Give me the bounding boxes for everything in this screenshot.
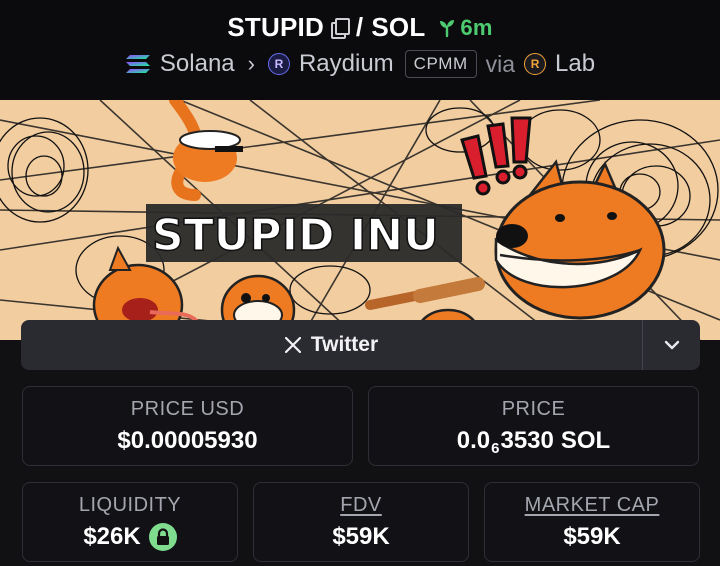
price-native-card: PRICE 0.0 6 3530 SOL — [368, 386, 699, 466]
pair-title: STUPID / SOL 6m — [0, 12, 720, 43]
price-zero-count: 6 — [491, 440, 500, 457]
price-usd-card: PRICE USD $0.00005930 — [22, 386, 353, 466]
price-usd-label: PRICE USD — [130, 397, 245, 420]
fdv-card[interactable]: FDV $59K — [253, 482, 469, 562]
sprout-icon — [440, 19, 455, 37]
market-cap-card[interactable]: MARKET CAP $59K — [484, 482, 700, 562]
price-usd-value: $0.00005930 — [117, 426, 258, 454]
launchpad-name[interactable]: Lab — [555, 50, 595, 78]
lab-logo: R — [524, 53, 547, 75]
banner-logo-text: STUPID INU — [152, 210, 439, 261]
liquidity-label: LIQUIDITY — [78, 493, 182, 516]
price-digits: 3530 — [500, 426, 554, 454]
chevron-right-icon: › — [247, 51, 255, 76]
liquidity-value-row: $26K — [83, 522, 177, 551]
raydium-logo: R — [267, 53, 290, 75]
price-native-value: 0.0 6 3530 SOL — [456, 426, 611, 458]
market-cap-value: $59K — [563, 522, 621, 550]
pair-separator: / — [355, 12, 364, 42]
price-unit: SOL — [560, 426, 611, 454]
pair-header: STUPID / SOL 6m Solana › R Raydium CPMM … — [0, 0, 720, 100]
lock-icon — [156, 527, 169, 545]
price-prefix: 0.0 — [456, 426, 491, 454]
token-banner-image: STUPID INU — [0, 100, 720, 340]
liquidity-lock-icon[interactable] — [148, 522, 177, 551]
fdv-label[interactable]: FDV — [340, 494, 382, 517]
copy-icon[interactable] — [330, 17, 350, 39]
fdv-value: $59K — [332, 522, 390, 550]
liquidity-card: LIQUIDITY $26K — [22, 482, 238, 562]
chevron-down-icon — [664, 340, 679, 350]
dex-name[interactable]: Raydium — [299, 50, 394, 78]
market-cap-label[interactable]: MARKET CAP — [525, 494, 660, 517]
base-token-symbol: STUPID — [227, 12, 324, 42]
liquidity-value: $26K — [83, 522, 141, 550]
price-native-label: PRICE — [501, 397, 566, 420]
chain-name[interactable]: Solana — [160, 50, 235, 78]
solana-logo — [125, 55, 150, 73]
via-label: via — [485, 50, 516, 77]
banner-artwork: STUPID INU — [0, 100, 720, 340]
pair-age-value: 6m — [460, 14, 493, 40]
twitter-link-button[interactable]: Twitter — [21, 320, 642, 370]
x-logo-icon — [284, 337, 301, 353]
pair-age: 6m — [437, 15, 492, 41]
pair-route: Solana › R Raydium CPMM via R Lab — [0, 50, 720, 78]
social-links-bar: Twitter — [21, 320, 700, 370]
quote-token-symbol: SOL — [371, 12, 426, 42]
twitter-link-label: Twitter — [310, 333, 379, 356]
pool-type-badge: CPMM — [404, 50, 477, 78]
more-links-button[interactable] — [642, 320, 700, 370]
